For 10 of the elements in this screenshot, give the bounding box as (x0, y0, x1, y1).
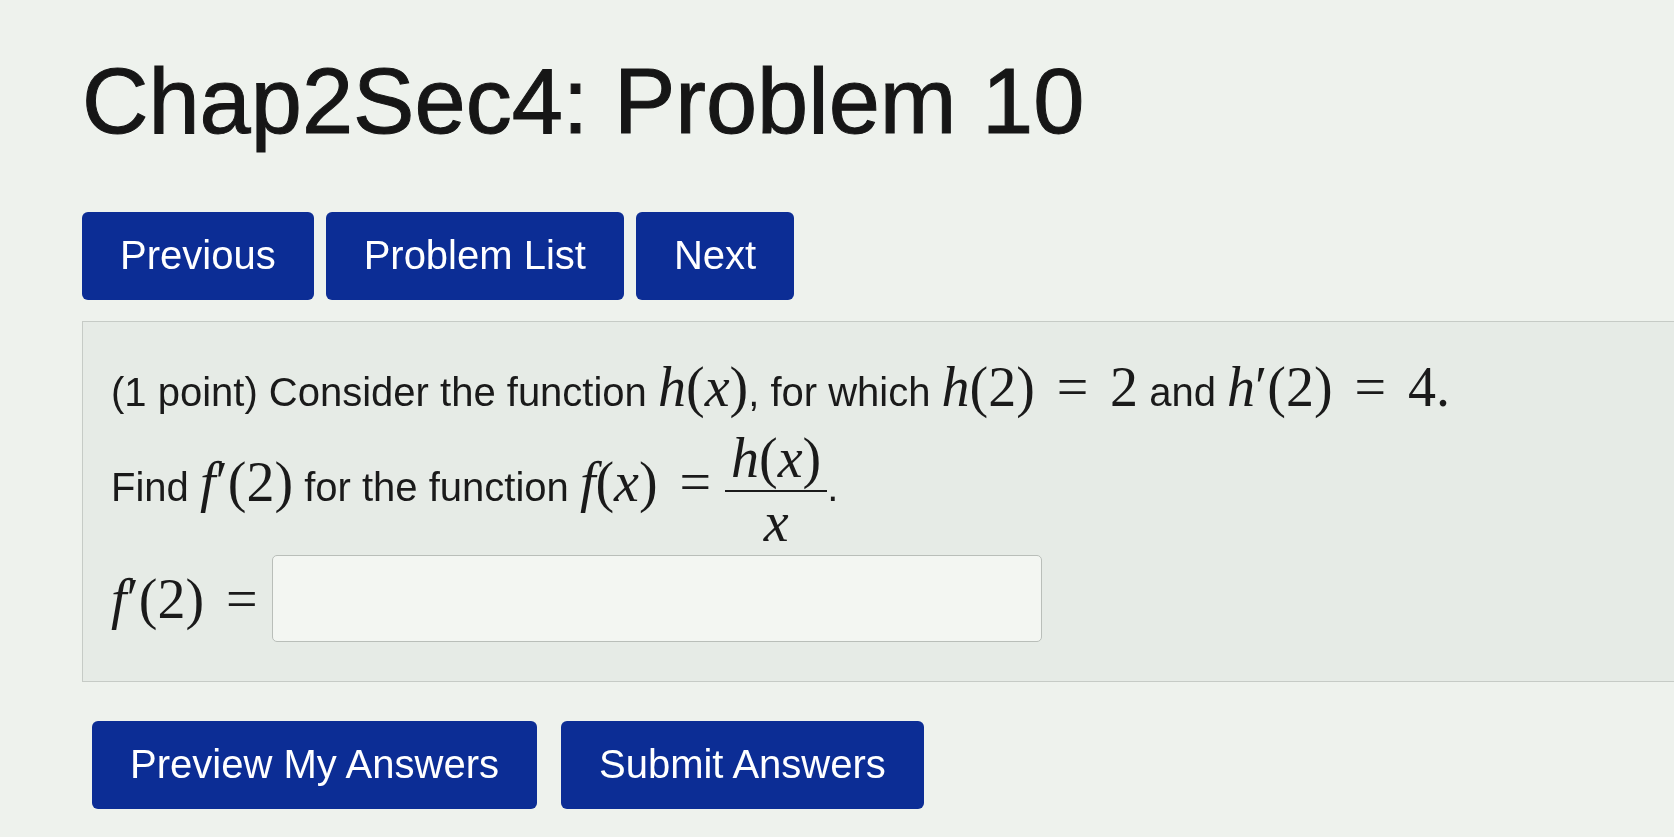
problem-statement: (1 point) Consider the function h(x), for which h(2) = 2 and h′(2) = 4. (111, 354, 1450, 420)
answer-field[interactable] (271, 555, 1042, 643)
answer-label: f′(2) = (111, 566, 258, 631)
previous-button[interactable]: Previous (82, 211, 314, 300)
problem-question: Find f′(2) for the function f(x) = h(x) x . (111, 428, 839, 554)
problem-list-button[interactable]: Problem List (325, 211, 624, 300)
next-button[interactable]: Next (635, 211, 795, 300)
submit-answers-button[interactable]: Submit Answers (561, 720, 924, 809)
page-title: Chap2Sec4: Problem 10 (82, 49, 1085, 154)
preview-answers-button[interactable]: Preview My Answers (92, 720, 537, 809)
